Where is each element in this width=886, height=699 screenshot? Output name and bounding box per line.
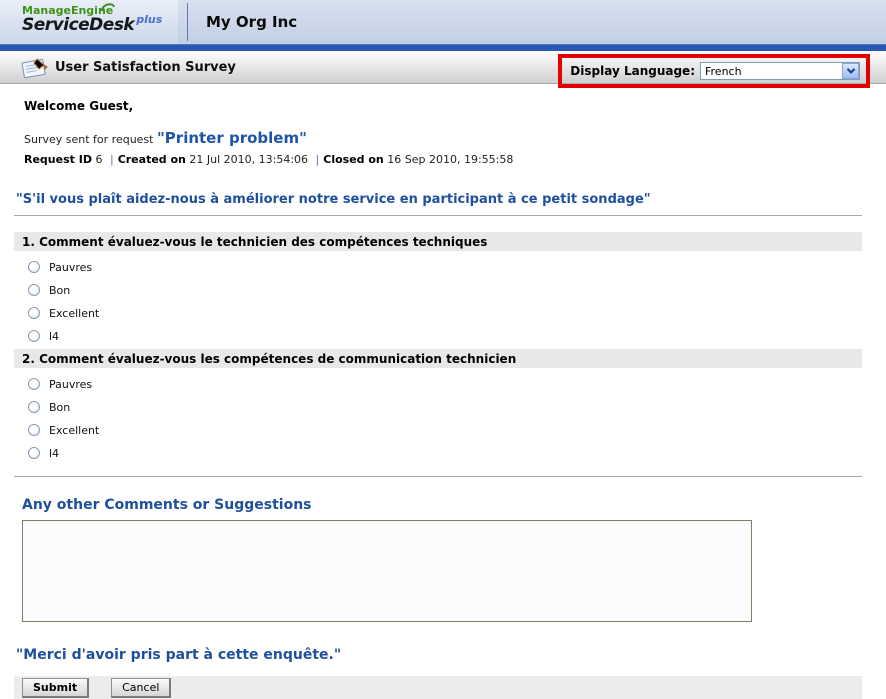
- q2-option-label: l4: [49, 446, 60, 460]
- closed-on-label: Closed on: [323, 153, 384, 166]
- logo-swirl-icon: [100, 1, 116, 16]
- request-id-value: 6: [91, 153, 106, 166]
- welcome-text: Welcome Guest,: [24, 99, 134, 113]
- display-language-label: Display Language:: [570, 64, 695, 78]
- q2-option-label: Bon: [49, 400, 71, 414]
- q1-radio-pauvres[interactable]: [28, 261, 40, 273]
- header-divider: [187, 3, 188, 41]
- header-accent-bar: [0, 44, 886, 51]
- question-1-header: 1. Comment évaluez-vous le technicien de…: [14, 232, 862, 251]
- organization-name: My Org Inc: [206, 13, 298, 31]
- button-bar: Submit Cancel: [14, 676, 862, 699]
- q1-option-label: Bon: [49, 283, 71, 297]
- sent-for-prefix: Survey sent for request: [24, 133, 157, 146]
- thanks-quote: "Merci d'avoir pris part à cette enquête…: [16, 647, 342, 663]
- q2-option-bon: Bon: [28, 400, 886, 414]
- q1-radio-excellent[interactable]: [28, 307, 40, 319]
- comments-heading: Any other Comments or Suggestions: [22, 497, 312, 513]
- q1-option-label: Excellent: [49, 306, 100, 320]
- language-annotation-box: Display Language: French: [558, 54, 870, 88]
- q2-radio-l4[interactable]: [28, 447, 40, 459]
- cancel-button[interactable]: Cancel: [111, 677, 172, 698]
- q2-option-label: Pauvres: [49, 377, 93, 391]
- logo-product-row: ServiceDesk plus: [22, 13, 178, 35]
- title-bar: User Satisfaction Survey Display Languag…: [0, 51, 886, 88]
- q2-option-l4: l4: [28, 446, 886, 460]
- q1-option-bon: Bon: [28, 283, 886, 297]
- created-on-value: 21 Jul 2010, 13:54:06: [185, 153, 312, 166]
- request-meta-line: Request ID 6 | Created on 21 Jul 2010, 13…: [24, 153, 886, 166]
- q2-option-label: Excellent: [49, 423, 100, 437]
- chevron-down-icon: [846, 65, 855, 74]
- request-id-label: Request ID: [24, 153, 92, 166]
- divider: [14, 476, 862, 477]
- survey-note-icon: [20, 56, 50, 83]
- divider: [14, 215, 862, 216]
- q2-radio-pauvres[interactable]: [28, 378, 40, 390]
- survey-intro-quote: "S'il vous plaît aidez-nous à améliorer …: [16, 192, 651, 207]
- q2-radio-bon[interactable]: [28, 401, 40, 413]
- display-language-select[interactable]: French: [700, 62, 860, 80]
- meta-separator: |: [315, 153, 320, 166]
- app-header: ManageEngine ServiceDesk plus My Org Inc: [0, 0, 886, 44]
- q1-option-pauvres: Pauvres: [28, 260, 886, 274]
- survey-content: Welcome Guest, Survey sent for request "…: [0, 99, 886, 699]
- created-on-label: Created on: [117, 153, 186, 166]
- q2-option-excellent: Excellent: [28, 423, 886, 437]
- closed-on-value: 16 Sep 2010, 19:55:58: [383, 153, 514, 166]
- comments-textarea[interactable]: [22, 520, 752, 622]
- q1-radio-bon[interactable]: [28, 284, 40, 296]
- manageengine-servicedesk-logo: ManageEngine ServiceDesk plus: [0, 0, 178, 44]
- meta-separator: |: [109, 153, 114, 166]
- request-name: "Printer problem": [156, 129, 307, 147]
- q1-option-label: Pauvres: [49, 260, 93, 274]
- logo-product-text: ServiceDesk: [22, 15, 135, 35]
- q1-radio-l4[interactable]: [28, 330, 40, 342]
- q1-option-l4: l4: [28, 329, 886, 343]
- logo-plus-text: plus: [136, 13, 163, 26]
- submit-button[interactable]: Submit: [22, 677, 90, 698]
- display-language-value: French: [705, 64, 742, 78]
- q1-option-label: l4: [49, 329, 60, 343]
- page-title: User Satisfaction Survey: [55, 60, 236, 75]
- question-2-header: 2. Comment évaluez-vous les compétences …: [14, 349, 862, 368]
- q2-option-pauvres: Pauvres: [28, 377, 886, 391]
- sent-for-request-line: Survey sent for request "Printer problem…: [24, 129, 886, 147]
- select-dropdown-button[interactable]: [842, 63, 859, 79]
- q2-radio-excellent[interactable]: [28, 424, 40, 436]
- q1-option-excellent: Excellent: [28, 306, 886, 320]
